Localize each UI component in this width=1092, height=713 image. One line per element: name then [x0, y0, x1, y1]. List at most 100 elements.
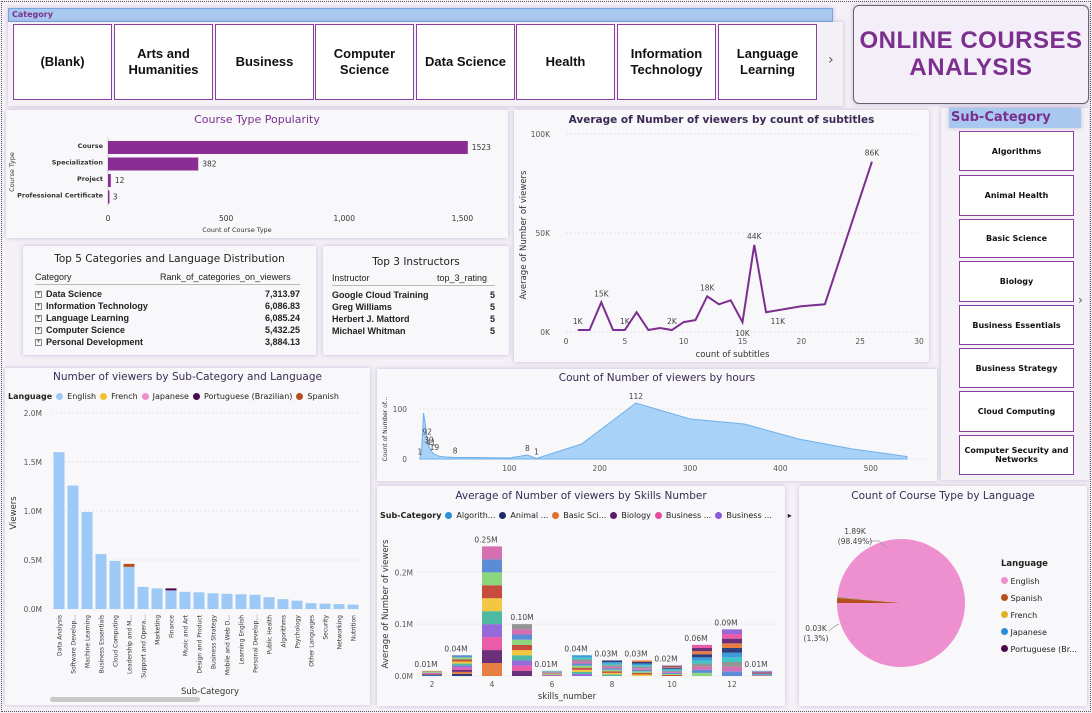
table-row[interactable]: Michael Whitman 5 — [332, 325, 495, 337]
expand-icon[interactable]: + — [35, 291, 42, 299]
stacked-segment — [482, 650, 502, 664]
column-header-rating[interactable]: top_3_rating — [437, 271, 495, 285]
stacked-segment — [722, 648, 742, 653]
course-type-svg: Course 1523 Specialization 382 Project 12 Prof… — [8, 138, 491, 234]
legend-item[interactable]: French — [1001, 607, 1077, 624]
subcategory-tile-business-strategy[interactable]: Business Strategy — [959, 348, 1074, 388]
subcategory-tile-biology[interactable]: Biology — [959, 261, 1074, 302]
subcategory-tile-animal-health[interactable]: Animal Health — [959, 175, 1074, 216]
table-row[interactable]: + Language Learning 6,085.24 — [35, 312, 300, 324]
legend-next-icon[interactable]: ▸ — [788, 511, 792, 520]
stacked-segment — [542, 673, 562, 675]
row-name: Data Science — [46, 289, 103, 299]
bar — [291, 600, 303, 609]
x-axis-label: Sub-Category — [181, 687, 239, 697]
chevron-right-icon[interactable]: › — [1078, 293, 1083, 307]
table-row[interactable]: Greg Williams 5 — [332, 301, 495, 313]
category-label: Psychology — [295, 615, 302, 649]
subcategory-tile-basic-science[interactable]: Basic Science — [959, 219, 1074, 258]
expand-icon[interactable]: + — [35, 303, 42, 311]
data-label: 12 — [115, 176, 125, 185]
stacked-segment — [722, 634, 742, 639]
stacked-segment — [602, 674, 622, 676]
subcategory-tile-business-essentials[interactable]: Business Essentials — [959, 305, 1074, 345]
stacked-segment — [482, 598, 502, 612]
table-row[interactable]: + Computer Science 5,432.25 — [35, 324, 300, 336]
bar — [249, 594, 261, 609]
tick-label: 10 — [679, 337, 689, 346]
subcategory-tile-computer-security[interactable]: Computer Security and Networks — [959, 435, 1074, 475]
category-tile-arts[interactable]: Arts and Humanities — [114, 24, 213, 100]
category-tile-health[interactable]: Health — [516, 24, 615, 100]
tick-label: 1,000 — [334, 214, 356, 223]
tick-label: 6 — [550, 680, 555, 689]
horizontal-scrollbar[interactable] — [50, 697, 200, 702]
category-tile-data-science[interactable]: Data Science — [416, 24, 515, 100]
stacked-segment — [482, 572, 502, 586]
instructors-table: Top 3 Instructors Instructor top_3_ratin… — [323, 246, 509, 355]
stacked-segment — [602, 669, 622, 672]
stacked-segment — [422, 671, 442, 672]
subcategory-tile-cloud-computing[interactable]: Cloud Computing — [959, 391, 1074, 432]
expand-icon[interactable]: + — [35, 315, 42, 323]
stacked-segment — [512, 639, 532, 645]
stacked-segment — [662, 667, 682, 669]
stacked-segment — [752, 674, 772, 675]
category-label: Algorithms — [281, 615, 288, 648]
viewers-subcategory-chart: Number of viewers by Sub-Category and La… — [5, 368, 370, 705]
stacked-segment — [692, 672, 712, 676]
column-header-instructor[interactable]: Instructor — [332, 271, 437, 285]
stacked-segment — [512, 644, 532, 651]
legend-item[interactable]: Japanese — [1001, 624, 1077, 641]
tick-label: 0 — [402, 455, 407, 464]
table-title: Top 3 Instructors — [372, 256, 460, 268]
column-header-category[interactable]: Category — [35, 270, 160, 284]
category-tile-it[interactable]: Information Technology — [617, 24, 716, 100]
table-row[interactable]: + Personal Development 3,884.13 — [35, 336, 300, 348]
stacked-segment — [542, 671, 562, 672]
y-axis-label: Course Type — [8, 152, 16, 192]
subcategory-tile-algorithms[interactable]: Algorithms — [959, 131, 1074, 171]
tick-label: 5 — [622, 337, 627, 346]
data-label: 19 — [430, 443, 440, 452]
legend-item[interactable]: Spanish — [1001, 590, 1077, 607]
tick-label: 100 — [393, 405, 408, 414]
table-row[interactable]: + Data Science 7,313.97 — [35, 288, 300, 300]
legend-item[interactable]: English — [1001, 573, 1077, 590]
expand-icon[interactable]: + — [35, 327, 42, 335]
data-label: 1 — [534, 448, 539, 457]
category-label: Software Develop... — [71, 615, 78, 674]
table-row[interactable]: + Information Technology 6,086.83 — [35, 300, 300, 312]
column-header-rank[interactable]: Rank_of_categories_on_viewers — [160, 270, 300, 284]
hours-svg: 0100100 200 300 400 500192394119 8 8 1112Count … — [382, 392, 925, 473]
stacked-segment — [722, 638, 742, 644]
category-tile-computer-science[interactable]: Computer Science — [315, 24, 414, 100]
tick-label: 2 — [430, 680, 435, 689]
category-tile-blank[interactable]: (Blank) — [13, 24, 112, 100]
legend-label: English — [1010, 577, 1040, 586]
stacked-segment — [662, 669, 682, 671]
chevron-right-icon[interactable]: › — [828, 52, 834, 68]
data-label: 3 — [113, 193, 118, 202]
stacked-segment — [572, 663, 592, 666]
expand-icon[interactable]: + — [35, 339, 42, 347]
tick-label: 8 — [610, 680, 615, 689]
stacked-segment — [542, 671, 562, 673]
legend-item[interactable]: Portuguese (Br... — [1001, 641, 1077, 658]
stacked-segment — [722, 662, 742, 667]
tick-label: 50K — [536, 229, 552, 238]
category-tile-language[interactable]: Language Learning — [718, 24, 817, 100]
category-tile-business[interactable]: Business — [215, 24, 314, 100]
table-row[interactable]: Herbert J. Mattord 5 — [332, 313, 495, 325]
stacked-segment — [452, 657, 472, 660]
tick-label: 200 — [593, 464, 608, 473]
report-title-card: ONLINE COURSES ANALYSIS — [853, 5, 1089, 104]
stacked-segment — [542, 672, 562, 674]
stacked-segment — [422, 671, 442, 673]
tick-label: 25 — [855, 337, 865, 346]
language-pie-chart: Count of Course Type by Language 1.89K (9… — [799, 486, 1087, 706]
bar-segment — [123, 563, 135, 567]
tick-label: 0 — [106, 214, 111, 223]
table-row[interactable]: Google Cloud Training 5 — [332, 289, 495, 301]
stacked-segment — [452, 661, 472, 664]
